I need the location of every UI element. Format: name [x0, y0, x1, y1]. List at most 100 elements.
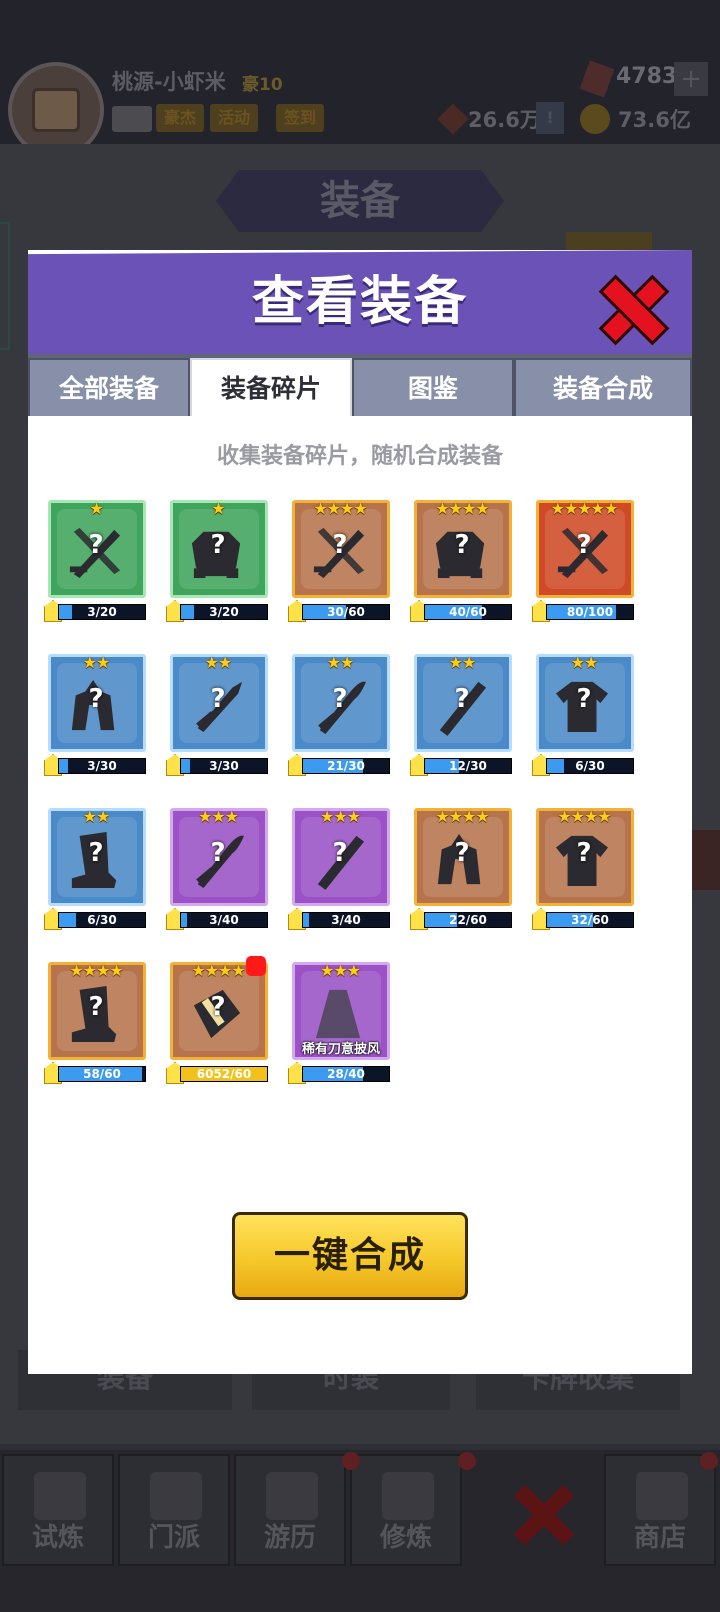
- unknown-icon: ?: [454, 838, 470, 868]
- star-rating: ★★★★: [69, 961, 123, 980]
- unknown-icon: ?: [210, 684, 226, 714]
- nav-travel[interactable]: 游历: [234, 1454, 346, 1566]
- modal-tabs: 全部装备 装备碎片 图鉴 装备合成: [28, 354, 692, 416]
- tag-heroes[interactable]: 豪杰: [156, 104, 205, 132]
- info-button[interactable]: !: [536, 102, 564, 134]
- fragment-item[interactable]: ★★? 6/30: [44, 808, 148, 932]
- fragment-item[interactable]: ★★? 12/30: [410, 654, 514, 778]
- progress-text: 40/60: [449, 605, 487, 619]
- fragment-item[interactable]: ★★? 3/30: [166, 654, 270, 778]
- progress-text: 12/30: [449, 759, 487, 773]
- page-banner-label: 装备: [320, 178, 400, 224]
- nav-label: 修炼: [379, 1523, 432, 1553]
- star-rating: ★★: [204, 653, 233, 672]
- star-rating: ★★★★: [313, 499, 367, 518]
- fragment-item[interactable]: ★★★★? 30/60: [288, 500, 392, 624]
- fragment-item[interactable]: ★★★★? 32/60: [532, 808, 636, 932]
- add-gems-button[interactable]: +: [674, 62, 708, 96]
- unknown-icon: ?: [210, 530, 226, 560]
- fragment-item[interactable]: ★★★? 3/40: [288, 808, 392, 932]
- nav-trial[interactable]: 试炼: [2, 1454, 114, 1566]
- tag-checkin[interactable]: 签到: [276, 104, 325, 132]
- star-rating: ★★: [82, 653, 111, 672]
- progress-text: 28/40: [327, 1067, 365, 1081]
- progress-bar: 30/60: [302, 604, 390, 620]
- progress-bar: 80/100: [546, 604, 634, 620]
- progress-bar: 3/40: [180, 912, 268, 928]
- nav-sect[interactable]: 门派: [118, 1454, 230, 1566]
- fragment-item[interactable]: ★★? 6/30: [532, 654, 636, 778]
- coin-count: 73.6亿: [618, 108, 691, 132]
- progress-bar: 22/60: [424, 912, 512, 928]
- fragment-item[interactable]: ★★★★? 22/60: [410, 808, 514, 932]
- one-click-synthesize-button[interactable]: 一键合成: [232, 1212, 468, 1300]
- trial-icon: [34, 1472, 86, 1520]
- progress-text: 3/20: [87, 605, 117, 619]
- unknown-icon: ?: [454, 684, 470, 714]
- player-name: 桃源-小虾米: [112, 70, 226, 94]
- tab-equipment-synthesis[interactable]: 装备合成: [514, 358, 692, 416]
- unknown-icon: ?: [576, 684, 592, 714]
- unknown-icon: ?: [332, 838, 348, 868]
- star-rating: ★: [211, 499, 225, 518]
- unknown-icon: ?: [88, 838, 104, 868]
- unknown-icon: ?: [210, 992, 226, 1022]
- progress-bar: 6/30: [546, 758, 634, 774]
- progress-text: 21/30: [327, 759, 365, 773]
- progress-bar: 3/30: [180, 758, 268, 774]
- star-rating: ★★: [82, 807, 111, 826]
- progress-text: 6/30: [87, 913, 117, 927]
- tab-codex[interactable]: 图鉴: [352, 358, 514, 416]
- progress-text: 32/60: [571, 913, 609, 927]
- chest-icon: [32, 88, 80, 132]
- fragment-item[interactable]: ★★★★? 6052/60: [166, 956, 270, 1086]
- unknown-icon: ?: [88, 992, 104, 1022]
- vip-level: 豪10: [242, 75, 283, 95]
- nav-cultivate[interactable]: 修炼: [350, 1454, 462, 1566]
- progress-bar: 3/30: [58, 758, 146, 774]
- star-rating: ★★: [570, 653, 599, 672]
- unknown-icon: ?: [332, 530, 348, 560]
- nav-close-icon[interactable]: [508, 1484, 578, 1544]
- unknown-icon: ?: [88, 684, 104, 714]
- tab-all-equipment[interactable]: 全部装备: [28, 358, 190, 416]
- progress-bar: 28/40: [302, 1066, 390, 1082]
- progress-bar: 3/40: [302, 912, 390, 928]
- item-name-label: 稀有刀意披风: [301, 1042, 380, 1057]
- star-rating: ★★★: [319, 961, 361, 980]
- progress-text: 58/60: [83, 1067, 121, 1081]
- close-icon[interactable]: [602, 278, 660, 336]
- mail-icon[interactable]: [112, 106, 152, 132]
- fragment-item[interactable]: ★★★ 稀有刀意披风 28/40: [288, 962, 392, 1086]
- fragment-item[interactable]: ★? 3/20: [44, 500, 148, 624]
- unknown-icon: ?: [576, 530, 592, 560]
- cloak-icon: [315, 989, 361, 1039]
- star-rating: ★★★★: [557, 807, 611, 826]
- side-tab[interactable]: [0, 222, 10, 350]
- fragment-item[interactable]: ★★★★? 58/60: [44, 962, 148, 1086]
- fragment-item[interactable]: ★★★? 3/40: [166, 808, 270, 932]
- notification-dot: [246, 956, 266, 976]
- notification-dot: [700, 1452, 718, 1470]
- tab-equipment-fragments[interactable]: 装备碎片: [190, 358, 352, 416]
- notification-dot: [342, 1452, 360, 1470]
- unknown-icon: ?: [454, 530, 470, 560]
- fragment-item[interactable]: ★★? 3/30: [44, 654, 148, 778]
- progress-text: 22/60: [449, 913, 487, 927]
- star-rating: ★★★★★: [550, 499, 619, 518]
- fragment-item[interactable]: ★? 3/20: [166, 500, 270, 624]
- unknown-icon: ?: [88, 530, 104, 560]
- nav-label: 门派: [147, 1523, 200, 1553]
- nav-label: 商店: [633, 1523, 686, 1553]
- progress-bar: 3/20: [180, 604, 268, 620]
- progress-bar: 6/30: [58, 912, 146, 928]
- tag-events[interactable]: 活动: [210, 104, 259, 132]
- fragment-item[interactable]: ★★? 21/30: [288, 654, 392, 778]
- hint-text: 收集装备碎片，随机合成装备: [216, 444, 503, 469]
- progress-bar: 6052/60: [180, 1066, 268, 1082]
- temple-icon: [150, 1472, 202, 1520]
- fragment-item[interactable]: ★★★★★? 80/100: [532, 500, 636, 624]
- fragment-item[interactable]: ★★★★? 40/60: [410, 500, 514, 624]
- nav-shop[interactable]: 商店: [604, 1454, 716, 1566]
- progress-text: 3/40: [331, 913, 361, 927]
